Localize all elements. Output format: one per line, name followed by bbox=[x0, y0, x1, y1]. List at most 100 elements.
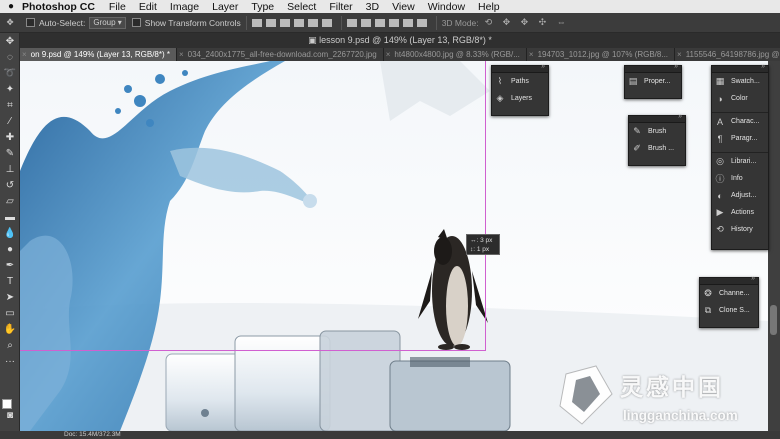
tab-ht4800[interactable]: × ht4800x4800.jpg @ 8.33% (RGB/... bbox=[384, 48, 527, 61]
pen-tool-icon[interactable]: ✒ bbox=[0, 257, 20, 273]
eyedropper-icon[interactable]: ⁄ bbox=[0, 113, 20, 129]
menu-window[interactable]: Window bbox=[428, 1, 465, 13]
distribute-right-icon[interactable] bbox=[416, 18, 427, 27]
app-name[interactable]: Photoshop CC bbox=[22, 1, 95, 13]
panel-item-label: Clone S... bbox=[719, 307, 750, 314]
menu-file[interactable]: File bbox=[109, 1, 126, 13]
panel-item-swatches[interactable]: ▦ Swatch... bbox=[712, 73, 768, 90]
shape-tool-icon[interactable]: ▭ bbox=[0, 305, 20, 321]
panel-item-properties[interactable]: ▤ Proper... bbox=[625, 73, 681, 90]
crop-tool-icon[interactable]: ⌗ bbox=[0, 97, 20, 113]
path-selection-icon[interactable]: ➤ bbox=[0, 289, 20, 305]
panel-item-info[interactable]: ⓘ Info bbox=[712, 170, 768, 187]
close-icon[interactable]: × bbox=[22, 50, 27, 59]
quick-mask-icon[interactable]: ◙ bbox=[0, 407, 20, 423]
hand-tool-icon[interactable]: ✋ bbox=[0, 321, 20, 337]
blur-tool-icon[interactable]: 💧 bbox=[0, 225, 20, 241]
type-tool-icon[interactable]: T bbox=[0, 273, 20, 289]
brush-tool-icon[interactable]: ✎ bbox=[0, 145, 20, 161]
panel-item-libraries[interactable]: ◎ Librari... bbox=[712, 153, 768, 170]
more-tools-icon[interactable]: ··· bbox=[0, 353, 20, 369]
dodge-tool-icon[interactable]: ● bbox=[0, 241, 20, 257]
panel-header[interactable] bbox=[492, 63, 548, 73]
panel-item-channels[interactable]: ❂ Channe... bbox=[700, 285, 758, 302]
options-bar: ✥ Auto-Select: Group ▾ Show Transform Co… bbox=[0, 13, 780, 33]
panel-item-clone-source[interactable]: ⧉ Clone S... bbox=[700, 302, 758, 319]
actions-icon: ▶ bbox=[716, 207, 724, 217]
menu-layer[interactable]: Layer bbox=[212, 1, 238, 13]
distribute-hcenter-icon[interactable] bbox=[402, 18, 413, 27]
clone-stamp-icon[interactable]: ⊥ bbox=[0, 161, 20, 177]
magic-wand-icon[interactable]: ✦ bbox=[0, 81, 20, 97]
menu-edit[interactable]: Edit bbox=[139, 1, 157, 13]
menu-3d[interactable]: 3D bbox=[366, 1, 379, 13]
align-hcenter-icon[interactable] bbox=[307, 18, 318, 27]
eraser-tool-icon[interactable]: ▱ bbox=[0, 193, 20, 209]
panel-item-paths[interactable]: ⌇ Paths bbox=[492, 73, 548, 90]
align-right-icon[interactable] bbox=[321, 18, 332, 27]
panel-header[interactable] bbox=[629, 113, 685, 123]
history-brush-icon[interactable]: ↺ bbox=[0, 177, 20, 193]
menu-type[interactable]: Type bbox=[251, 1, 274, 13]
close-icon[interactable]: × bbox=[529, 50, 534, 59]
panel-item-brush[interactable]: ✎ Brush bbox=[629, 123, 685, 140]
distribute-top-icon[interactable] bbox=[346, 18, 357, 27]
menu-filter[interactable]: Filter bbox=[329, 1, 352, 13]
menu-select[interactable]: Select bbox=[287, 1, 316, 13]
auto-select-checkbox[interactable] bbox=[26, 18, 35, 27]
panel-header[interactable] bbox=[700, 275, 758, 285]
panel-item-paragraph[interactable]: ¶ Paragr... bbox=[712, 130, 768, 147]
move-tool-icon[interactable]: ✥ bbox=[0, 17, 20, 28]
panel-item-label: Brush bbox=[648, 128, 667, 135]
distribute-bottom-icon[interactable] bbox=[374, 18, 385, 27]
panel-item-label: Actions bbox=[731, 209, 754, 216]
menu-image[interactable]: Image bbox=[170, 1, 199, 13]
adjustments-icon: ◐ bbox=[717, 190, 723, 201]
menu-view[interactable]: View bbox=[392, 1, 415, 13]
right-dock-panel: ▦Swatch... ◑Color ACharac... ¶Paragr... … bbox=[711, 63, 769, 250]
move-tool-icon[interactable]: ✥ bbox=[0, 33, 20, 49]
tab-lesson-9[interactable]: × on 9.psd @ 149% (Layer 13, RGB/8*) * bbox=[20, 48, 177, 61]
align-bottom-icon[interactable] bbox=[279, 18, 290, 27]
tab-1155546[interactable]: × 1155546_64198786.jpg @ bbox=[675, 48, 780, 61]
panel-header[interactable] bbox=[712, 63, 768, 73]
panel-item-actions[interactable]: ▶ Actions bbox=[712, 204, 768, 221]
close-icon[interactable]: × bbox=[179, 50, 184, 59]
paths-icon: ⌇ bbox=[497, 76, 503, 86]
panel-item-label: Color bbox=[731, 95, 748, 102]
tab-194703[interactable]: × 194703_1012.jpg @ 107% (RGB/8... bbox=[527, 48, 676, 61]
panel-item-history[interactable]: ⟲ History bbox=[712, 221, 768, 238]
auto-select-group-dropdown[interactable]: Group ▾ bbox=[89, 16, 126, 29]
marquee-tool-icon[interactable]: ◌ bbox=[0, 49, 20, 65]
menu-help[interactable]: Help bbox=[478, 1, 500, 13]
ice-cube-shadow bbox=[410, 357, 470, 367]
watermark-en: lingganchina.com bbox=[623, 408, 738, 423]
3d-mode-icons[interactable]: ⟲ ✥ ✥ ✣ ⇔ bbox=[485, 17, 570, 28]
panel-item-brush-presets[interactable]: ✐ Brush ... bbox=[629, 140, 685, 157]
gradient-tool-icon[interactable]: ▬ bbox=[0, 209, 20, 225]
show-transform-checkbox[interactable] bbox=[131, 18, 141, 27]
panel-item-adjustments[interactable]: ◐ Adjust... bbox=[712, 187, 768, 204]
close-icon[interactable]: × bbox=[386, 50, 391, 59]
panel-item-character[interactable]: A Charac... bbox=[712, 113, 768, 130]
align-left-icon[interactable] bbox=[293, 18, 304, 27]
tab-all-free-download[interactable]: × 034_2400x1775_all-free-download.com_226… bbox=[177, 48, 384, 61]
align-top-icon[interactable] bbox=[251, 18, 262, 27]
healing-brush-icon[interactable]: ✚ bbox=[0, 129, 20, 145]
panel-header[interactable] bbox=[625, 63, 681, 73]
vertical-scrollbar[interactable] bbox=[768, 61, 780, 431]
scrollbar-thumb[interactable] bbox=[770, 305, 777, 335]
document-title-bar: ▣ lesson 9.psd @ 149% (Layer 13, RGB/8*)… bbox=[20, 33, 780, 48]
close-icon[interactable]: × bbox=[677, 50, 682, 59]
libraries-icon: ◎ bbox=[716, 156, 724, 166]
distribute-vcenter-icon[interactable] bbox=[360, 18, 371, 27]
lasso-tool-icon[interactable]: ➰ bbox=[0, 65, 20, 81]
panel-item-color[interactable]: ◑ Color bbox=[712, 90, 768, 107]
zoom-tool-icon[interactable]: ⌕ bbox=[0, 337, 20, 353]
tab-label: 034_2400x1775_all-free-download.com_2267… bbox=[187, 50, 377, 59]
panel-item-layers[interactable]: ◈ Layers bbox=[492, 90, 548, 107]
apple-icon[interactable]: ● bbox=[0, 1, 22, 12]
align-vcenter-icon[interactable] bbox=[265, 18, 276, 27]
distribute-left-icon[interactable] bbox=[388, 18, 399, 27]
panel-item-label: Charac... bbox=[731, 118, 760, 125]
